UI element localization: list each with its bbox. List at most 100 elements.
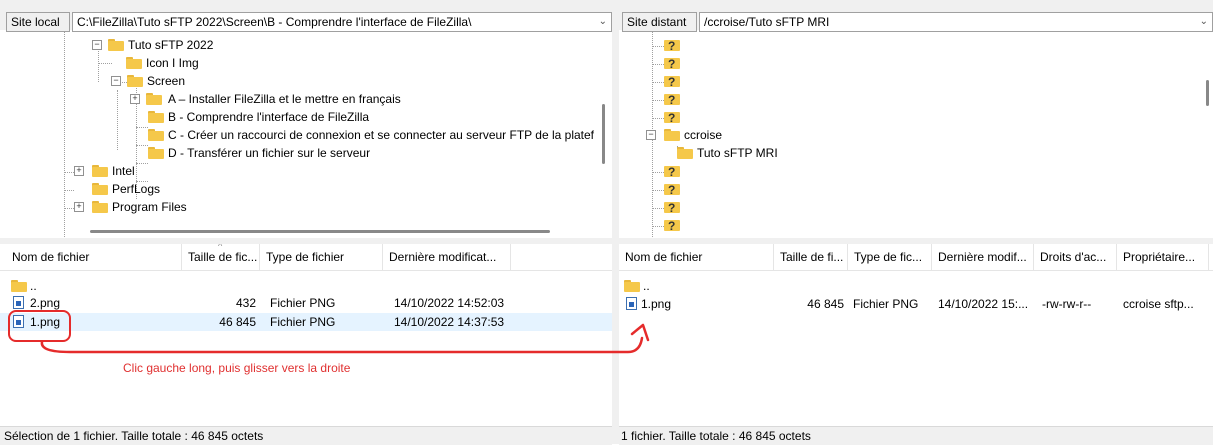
tree-item-label: B - Comprendre l'interface de FileZilla: [168, 110, 370, 124]
chevron-down-icon[interactable]: ⌄: [1200, 13, 1208, 31]
collapse-icon[interactable]: −: [92, 40, 102, 50]
local-status-bar: Sélection de 1 fichier. Taille totale : …: [0, 426, 612, 445]
remote-file-list[interactable]: Nom de fichier ^Taille de fi... Type de …: [619, 244, 1213, 426]
folder-icon: [127, 75, 143, 87]
column-header-permissions[interactable]: Droits d'ac...: [1034, 244, 1117, 270]
tree-item-label: ccroise: [684, 128, 723, 142]
folder-icon: [148, 129, 164, 141]
column-header-modified[interactable]: Dernière modificat...: [383, 244, 511, 270]
file-type: Fichier PNG: [270, 296, 336, 310]
remote-tree-vertical-scrollbar[interactable]: [1206, 80, 1209, 106]
file-size: 46 845: [807, 297, 844, 311]
remote-file-list-header: Nom de fichier ^Taille de fi... Type de …: [619, 244, 1213, 271]
unknown-folder-icon: ?: [664, 165, 680, 179]
file-row-2-png[interactable]: 2.png 432 Fichier PNG 14/10/2022 14:52:0…: [0, 294, 612, 312]
local-path-value: C:\FileZilla\Tuto sFTP 2022\Screen\B - C…: [77, 15, 472, 29]
column-header-type[interactable]: Type de fic...: [848, 244, 932, 270]
file-size: 432: [235, 296, 256, 310]
folder-icon: [126, 57, 142, 69]
expand-icon[interactable]: +: [74, 202, 84, 212]
tree-item-label: C - Créer un raccourci de connexion et s…: [168, 128, 594, 142]
local-path-combobox[interactable]: C:\FileZilla\Tuto sFTP 2022\Screen\B - C…: [72, 12, 612, 32]
remote-path-value: /ccroise/Tuto sFTP MRI: [704, 15, 830, 29]
remote-site-label: Site distant :: [622, 12, 697, 47]
folder-icon: [624, 280, 640, 292]
remote-status-bar: 1 fichier. Taille totale : 46 845 octets: [619, 426, 1213, 445]
local-file-list-header: Nom de fichier ^ Taille de fic... Type de…: [0, 244, 612, 271]
unknown-folder-icon: ?: [664, 39, 680, 53]
file-type: Fichier PNG: [270, 315, 336, 329]
file-name: ..: [643, 279, 650, 293]
unknown-folder-icon: ?: [664, 219, 680, 233]
column-header-type[interactable]: Type de fichier: [260, 244, 383, 270]
file-name: 1.png: [641, 297, 672, 311]
tree-item-label: Intel: [112, 164, 135, 178]
folder-icon: [92, 165, 108, 177]
parent-directory-row[interactable]: ..: [619, 277, 1213, 295]
column-header-modified[interactable]: Dernière modif...: [932, 244, 1034, 270]
collapse-icon[interactable]: −: [646, 130, 656, 140]
unknown-folder-icon: ?: [664, 93, 680, 107]
sort-ascending-icon: ^: [218, 244, 223, 251]
file-row-1-png[interactable]: 1.png 46 845 Fichier PNG 14/10/2022 15:.…: [619, 295, 1213, 313]
local-file-list[interactable]: Nom de fichier ^ Taille de fic... Type de…: [0, 244, 612, 426]
tree-item-label: A – Installer FileZilla et le mettre en …: [168, 92, 401, 106]
folder-icon: [92, 201, 108, 213]
annotation-text: Clic gauche long, puis glisser vers la d…: [123, 361, 351, 375]
folder-icon: [148, 111, 164, 123]
unknown-folder-icon: ?: [664, 201, 680, 215]
column-header-name[interactable]: Nom de fichier: [619, 244, 774, 270]
unknown-folder-icon: ?: [664, 111, 680, 125]
file-row-1-png[interactable]: 1.png 46 845 Fichier PNG 14/10/2022 14:3…: [0, 313, 612, 331]
column-header-owner[interactable]: Propriétaire...: [1117, 244, 1209, 270]
file-modified: 14/10/2022 14:37:53: [394, 315, 505, 329]
tree-item-label: Screen: [147, 74, 186, 88]
remote-address-bar: Site distant : /ccroise/Tuto sFTP MRI ⌄: [619, 0, 1213, 47]
expand-icon[interactable]: +: [74, 166, 84, 176]
column-header-size[interactable]: ^ Taille de fic...: [182, 244, 260, 270]
local-site-label: Site local :: [6, 12, 70, 47]
file-permissions: -rw-rw-r--: [1042, 297, 1092, 311]
expand-icon[interactable]: +: [130, 94, 140, 104]
folder-icon: [92, 183, 108, 195]
remote-pane: Site distant : /ccroise/Tuto sFTP MRI ⌄ …: [619, 0, 1213, 445]
column-header-name[interactable]: Nom de fichier: [6, 244, 182, 270]
local-tree-vertical-scrollbar[interactable]: [602, 104, 605, 164]
folder-icon: [11, 280, 27, 292]
png-file-icon: [626, 297, 637, 310]
remote-directory-tree[interactable]: ? ? ? ? ? − ccroise Tuto sFTP MRI ? ? ? …: [619, 32, 1213, 237]
tree-item-label: Tuto sFTP 2022: [128, 38, 214, 52]
folder-icon: [677, 147, 693, 159]
tree-item-label: PerfLogs: [112, 182, 161, 196]
folder-icon: [148, 147, 164, 159]
collapse-icon[interactable]: −: [111, 76, 121, 86]
tree-item-label: Program Files: [112, 200, 187, 214]
remote-status-text: 1 fichier. Taille totale : 46 845 octets: [621, 429, 811, 443]
unknown-folder-icon: ?: [664, 57, 680, 71]
local-pane: Site local : C:\FileZilla\Tuto sFTP 2022…: [0, 0, 612, 445]
unknown-folder-icon: ?: [664, 75, 680, 89]
pane-splitter[interactable]: [612, 0, 619, 444]
folder-icon: [664, 129, 680, 141]
chevron-down-icon[interactable]: ⌄: [599, 13, 607, 31]
local-tree-horizontal-scrollbar[interactable]: [90, 230, 550, 233]
file-modified: 14/10/2022 15:...: [938, 297, 1029, 311]
local-directory-tree[interactable]: − Tuto sFTP 2022 Icon I Img − Screen + A…: [0, 32, 612, 237]
highlight-box: [8, 310, 71, 342]
file-type: Fichier PNG: [853, 297, 919, 311]
tree-item-label: Icon I Img: [146, 56, 199, 70]
parent-directory-row[interactable]: ..: [0, 277, 612, 295]
remote-path-combobox[interactable]: /ccroise/Tuto sFTP MRI ⌄: [699, 12, 1213, 32]
file-owner: ccroise sftp...: [1123, 297, 1194, 311]
folder-icon: [146, 93, 162, 105]
file-modified: 14/10/2022 14:52:03: [394, 296, 505, 310]
tree-item-label: Tuto sFTP MRI: [697, 146, 778, 160]
folder-icon: [108, 39, 124, 51]
file-name: ..: [30, 279, 37, 293]
tree-item-label: D - Transférer un fichier sur le serveur: [168, 146, 371, 160]
local-status-text: Sélection de 1 fichier. Taille totale : …: [4, 429, 264, 443]
file-size: 46 845: [219, 315, 256, 329]
png-file-icon: [13, 296, 24, 309]
column-header-size[interactable]: ^Taille de fi...: [774, 244, 848, 270]
unknown-folder-icon: ?: [664, 183, 680, 197]
